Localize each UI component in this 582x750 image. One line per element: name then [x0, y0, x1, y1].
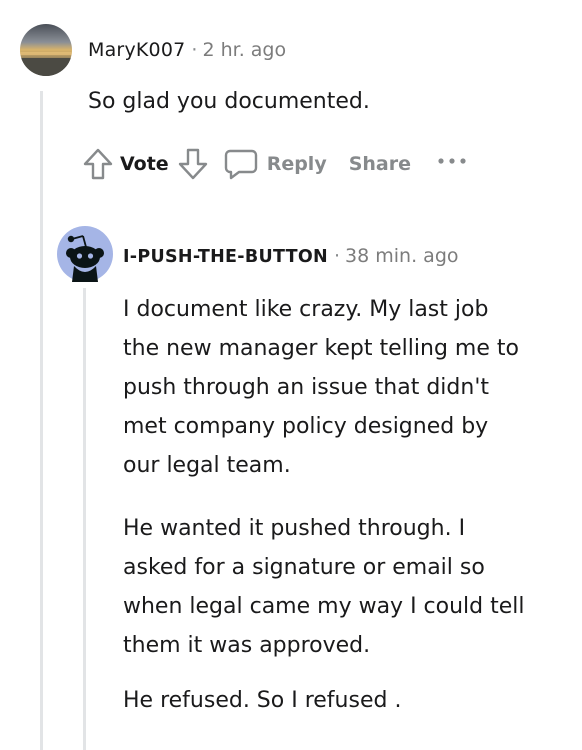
avatar[interactable] — [57, 226, 113, 282]
reply-line: the new manager kept telling me to — [123, 336, 519, 361]
meta-separator: · — [191, 39, 198, 61]
reply-line: I document like crazy. My last job — [123, 297, 489, 322]
avatar[interactable] — [20, 24, 72, 76]
speech-bubble-icon — [223, 146, 259, 182]
reply-body: I document like crazy. My last job the n… — [123, 290, 581, 720]
reply-button[interactable]: Reply — [223, 146, 327, 182]
comment-body: So glad you documented. — [88, 89, 370, 114]
more-options-button[interactable] — [437, 157, 467, 171]
comment-action-bar: Vote Reply Share — [82, 142, 467, 186]
comment-author[interactable]: MaryK007 — [88, 39, 185, 61]
reply-line: push through an issue that didn't — [123, 375, 489, 400]
reply-line: He wanted it pushed through. I — [123, 516, 466, 541]
reply-line: He refused. So I refused . — [123, 688, 402, 713]
comment-meta: MaryK007 · 2 hr. ago — [88, 36, 286, 64]
meta-separator: · — [334, 245, 341, 267]
ellipsis-icon — [438, 158, 466, 164]
thread-line[interactable] — [40, 91, 43, 750]
reply-timestamp[interactable]: 38 min. ago — [345, 245, 458, 267]
reply-label: Reply — [266, 153, 327, 175]
reply-author[interactable]: I-PUSH-THE-BUTTON — [123, 247, 328, 267]
comment-timestamp[interactable]: 2 hr. ago — [202, 39, 286, 61]
thread-line[interactable] — [83, 288, 86, 750]
landscape-avatar-icon — [20, 24, 72, 76]
downvote-arrow-icon[interactable] — [177, 147, 209, 181]
reply-line: asked for a signature or email so — [123, 555, 485, 580]
comment-thread: MaryK007 · 2 hr. ago So glad you documente… — [0, 0, 582, 750]
share-button[interactable]: Share — [349, 153, 411, 175]
reply-line: met company policy designed by — [123, 414, 489, 439]
vote-count-label: Vote — [120, 153, 169, 175]
reply-line: when legal came my way I could tell — [123, 594, 525, 619]
reddit-snoo-avatar-icon — [57, 226, 113, 282]
reply-line: them it was approved. — [123, 633, 371, 658]
upvote-arrow-icon[interactable] — [82, 147, 114, 181]
reply-line: our legal team. — [123, 453, 291, 478]
reply-meta: I-PUSH-THE-BUTTON · 38 min. ago — [123, 242, 459, 271]
